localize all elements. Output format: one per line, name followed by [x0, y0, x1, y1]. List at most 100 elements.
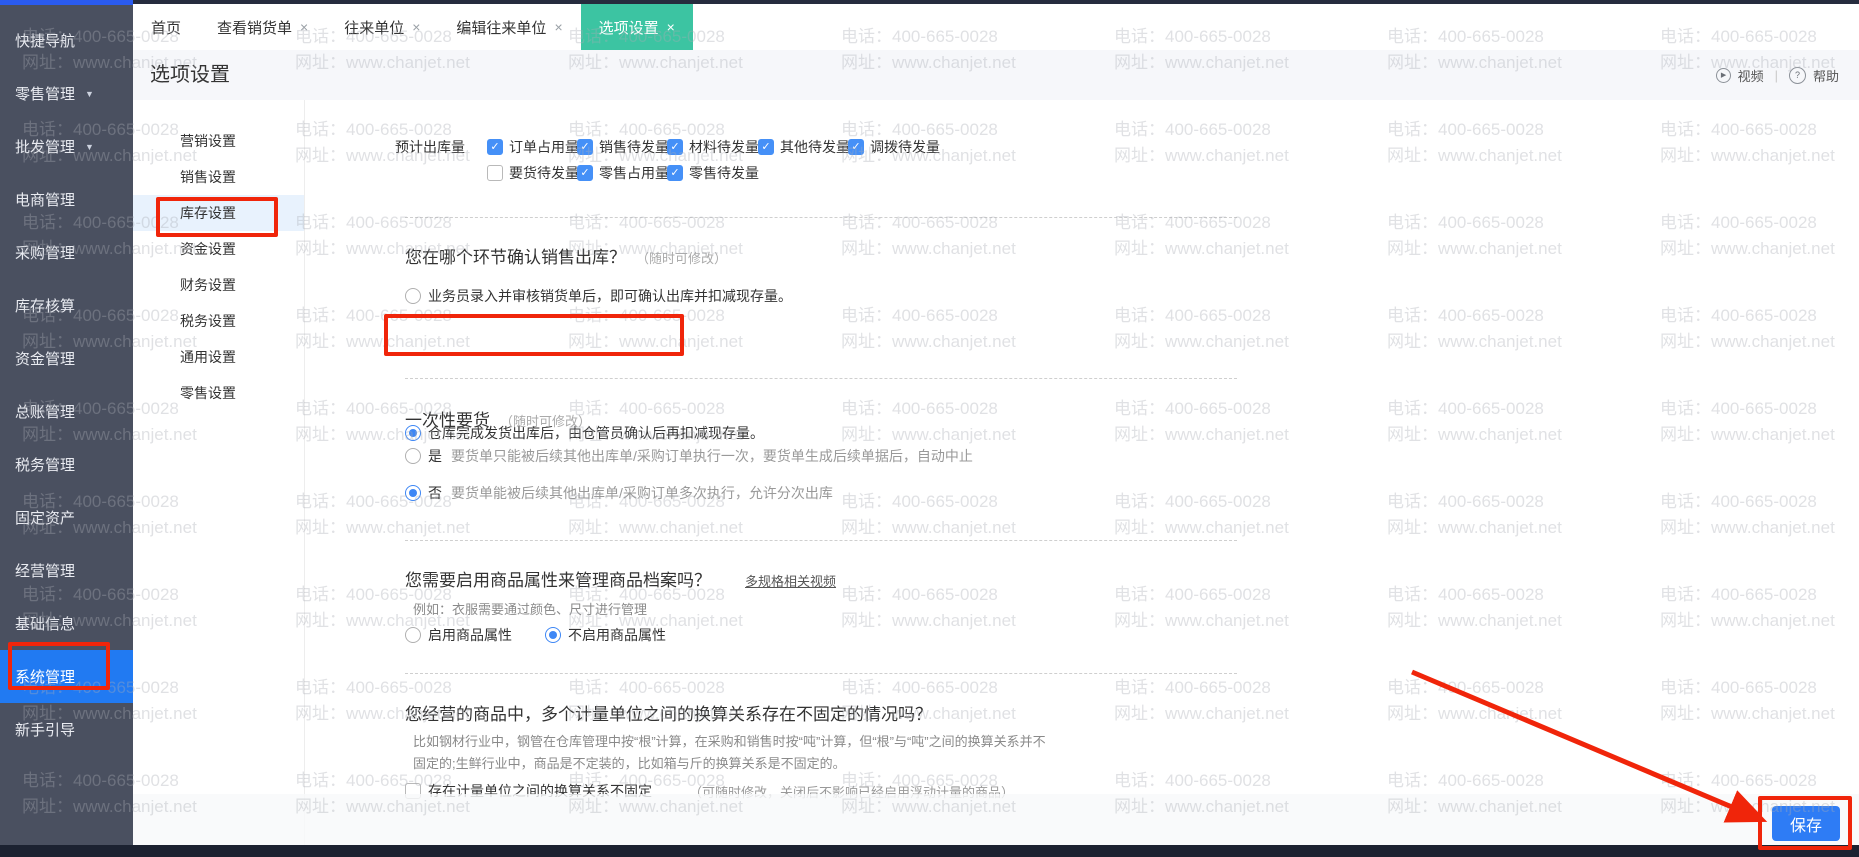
- sidebar-item-固定资产[interactable]: 固定资产: [0, 491, 133, 544]
- multi-spec-video-link[interactable]: 多规格相关视频: [745, 574, 836, 589]
- section-title-text: 您在哪个环节确认销售出库？: [405, 248, 626, 267]
- checkbox-icon[interactable]: [487, 139, 503, 155]
- checkbox-label: 材料待发量: [689, 139, 759, 155]
- dashed-divider: [405, 540, 1237, 541]
- settings-nav-item-库存设置[interactable]: 库存设置: [133, 195, 304, 231]
- sidebar-item-label: 资金管理: [15, 351, 76, 368]
- tab-往来单位[interactable]: 往来单位 ×: [326, 4, 438, 50]
- checkbox-其他待发量[interactable]: 其他待发量: [758, 136, 850, 158]
- tab-选项设置[interactable]: 选项设置 ×: [580, 4, 693, 50]
- settings-nav-item-通用设置[interactable]: 通用设置: [133, 339, 304, 375]
- checkbox-icon[interactable]: [667, 139, 683, 155]
- bottom-toolbar: [133, 794, 1859, 845]
- radio-label: 业务员录入并审核销货单后，即可确认出库并扣减现存量。: [428, 288, 792, 304]
- checkbox-icon[interactable]: [577, 165, 593, 181]
- sidebar-item-快捷导航[interactable]: 快捷导航: [0, 14, 133, 67]
- header-links: ▶ 视频 | ? 帮助: [1715, 50, 1839, 100]
- sidebar-item-新手引导[interactable]: 新手引导: [0, 703, 133, 756]
- sidebar-item-系统管理[interactable]: 系统管理: [0, 650, 133, 703]
- checkbox-订单占用量[interactable]: 订单占用量: [487, 136, 579, 158]
- page-title: 选项设置: [150, 64, 230, 86]
- checkbox-label: 零售待发量: [689, 165, 759, 181]
- page-header: 选项设置 ▶ 视频 | ? 帮助: [133, 50, 1859, 100]
- checkbox-icon[interactable]: [848, 139, 864, 155]
- radio-option-one-time-yes[interactable]: 是 要货单只能被后续其他出库单/采购订单执行一次，要货单生成后续单据后，自动中止: [405, 446, 973, 466]
- radio-icon[interactable]: [405, 448, 421, 464]
- radio-label-enable-attr[interactable]: 启用商品属性: [428, 625, 512, 645]
- section-description-line2: 固定的;生鲜行业中，商品是不定装的，比如箱与斤的换算关系是不固定的。: [413, 756, 846, 771]
- sidebar-item-经营管理[interactable]: 经营管理: [0, 544, 133, 597]
- sidebar-item-零售管理[interactable]: 零售管理 ▼: [0, 67, 133, 120]
- checkbox-零售占用量[interactable]: 零售占用量: [577, 162, 669, 184]
- section-title-one-time-request: 一次性要货 （随时可修改）: [405, 406, 591, 431]
- sidebar-item-label: 新手引导: [15, 722, 76, 739]
- sidebar-item-label: 批发管理: [15, 139, 76, 156]
- settings-nav-item-零售设置[interactable]: 零售设置: [133, 375, 304, 411]
- close-icon[interactable]: ×: [412, 19, 420, 35]
- checkbox-要货待发量[interactable]: 要货待发量: [487, 162, 579, 184]
- save-button[interactable]: 保存: [1772, 806, 1840, 841]
- tab-label: 选项设置: [598, 19, 659, 37]
- sidebar-item-label: 采购管理: [15, 245, 76, 262]
- tab-查看销货单[interactable]: 查看销货单 ×: [199, 4, 326, 50]
- radio-icon[interactable]: [405, 627, 421, 643]
- radio-icon[interactable]: [545, 627, 561, 643]
- section-title-text: 您经营的商品中，多个计量单位之间的换算关系存在不固定的情况吗？: [405, 705, 932, 724]
- sidebar-item-总账管理[interactable]: 总账管理: [0, 385, 133, 438]
- radio-label-disable-attr[interactable]: 不启用商品属性: [568, 625, 666, 645]
- settings-nav-item-资金设置[interactable]: 资金设置: [133, 231, 304, 267]
- close-icon[interactable]: ×: [300, 19, 308, 35]
- settings-nav-item-营销设置[interactable]: 营销设置: [133, 123, 304, 159]
- checkbox-label: 销售待发量: [599, 139, 669, 155]
- radio-option-one-time-no[interactable]: 否 要货单能被后续其他出库单/采购订单多次执行，允许分次出库: [405, 483, 833, 503]
- checkbox-label: 调拨待发量: [870, 139, 940, 155]
- radio-icon[interactable]: [405, 485, 421, 501]
- product-attr-options: 启用商品属性 不启用商品属性: [405, 625, 666, 645]
- checkbox-icon[interactable]: [487, 165, 503, 181]
- checkbox-icon[interactable]: [577, 139, 593, 155]
- chevron-down-icon: ▼: [85, 141, 94, 152]
- settings-nav-item-销售设置[interactable]: 销售设置: [133, 159, 304, 195]
- section-title-sales-outbound: 您在哪个环节确认销售出库？ （随时可修改）: [405, 243, 727, 268]
- sidebar-item-资金管理[interactable]: 资金管理: [0, 332, 133, 385]
- radio-option-confirm-on-review[interactable]: 业务员录入并审核销货单后，即可确认出库并扣减现存量。: [405, 286, 792, 306]
- radio-description: 要货单只能被后续其他出库单/采购订单执行一次，要货单生成后续单据后，自动中止: [451, 448, 973, 464]
- dashed-divider: [405, 217, 1237, 218]
- checkbox-调拨待发量[interactable]: 调拨待发量: [848, 136, 940, 158]
- estimate-outbound-label: 预计出库量: [395, 139, 465, 155]
- video-link[interactable]: 视频: [1738, 66, 1764, 85]
- checkbox-label: 要货待发量: [509, 165, 579, 181]
- settings-nav-item-税务设置[interactable]: 税务设置: [133, 303, 304, 339]
- settings-nav-label: 税务设置: [180, 313, 236, 329]
- tab-编辑往来单位[interactable]: 编辑往来单位 ×: [438, 4, 580, 50]
- checkbox-label: 零售占用量: [599, 165, 669, 181]
- checkbox-icon[interactable]: [667, 165, 683, 181]
- checkbox-icon[interactable]: [758, 139, 774, 155]
- section-note: （随时可修改）: [500, 414, 592, 429]
- settings-nav-label: 销售设置: [180, 169, 236, 185]
- section-title-text: 一次性要货: [405, 411, 490, 430]
- sidebar-item-label: 库存核算: [15, 298, 76, 315]
- sidebar-item-基础信息[interactable]: 基础信息: [0, 597, 133, 650]
- sidebar-item-电商管理[interactable]: 电商管理: [0, 173, 133, 226]
- top-accent-bar: [0, 0, 133, 5]
- radio-icon[interactable]: [405, 288, 421, 304]
- sidebar-item-税务管理[interactable]: 税务管理: [0, 438, 133, 491]
- tab-首页[interactable]: 首页: [133, 4, 199, 50]
- dashed-divider: [405, 378, 1237, 379]
- sidebar-item-批发管理[interactable]: 批发管理 ▼: [0, 120, 133, 173]
- sidebar-item-库存核算[interactable]: 库存核算: [0, 279, 133, 332]
- close-icon[interactable]: ×: [667, 19, 675, 35]
- help-circle-icon: ?: [1788, 66, 1806, 84]
- settings-nav-label: 库存设置: [180, 205, 236, 221]
- sidebar-item-采购管理[interactable]: 采购管理: [0, 226, 133, 279]
- tab-bar: 首页 查看销货单 × 往来单位 × 编辑往来单位 × 选项设置 ×: [133, 4, 1859, 51]
- checkbox-材料待发量[interactable]: 材料待发量: [667, 136, 759, 158]
- help-link[interactable]: 帮助: [1813, 66, 1839, 85]
- sidebar-item-label: 固定资产: [15, 510, 76, 527]
- checkbox-销售待发量[interactable]: 销售待发量: [577, 136, 669, 158]
- radio-description: 要货单能被后续其他出库单/采购订单多次执行，允许分次出库: [451, 485, 833, 501]
- close-icon[interactable]: ×: [554, 19, 562, 35]
- checkbox-零售待发量[interactable]: 零售待发量: [667, 162, 759, 184]
- settings-nav-item-财务设置[interactable]: 财务设置: [133, 267, 304, 303]
